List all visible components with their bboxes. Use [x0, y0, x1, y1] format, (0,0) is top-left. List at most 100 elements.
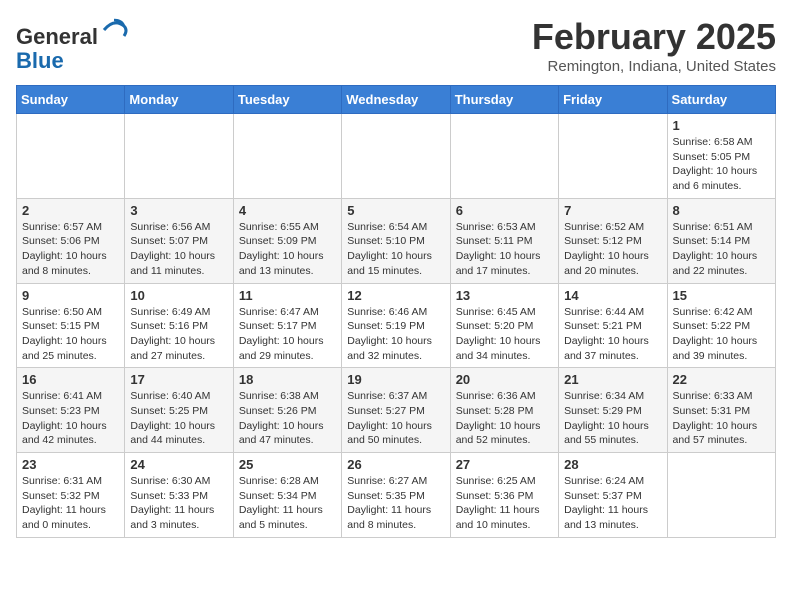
header-day-thursday: Thursday — [450, 86, 558, 114]
calendar-cell: 13 Sunrise: 6:45 AM Sunset: 5:20 PM Dayli… — [450, 283, 558, 368]
calendar-cell: 28 Sunrise: 6:24 AM Sunset: 5:37 PM Dayli… — [559, 453, 667, 538]
title-block: February 2025 Remington, Indiana, United… — [532, 16, 776, 75]
day-number: 16 — [22, 372, 119, 387]
day-number: 24 — [130, 457, 227, 472]
month-title: February 2025 — [532, 16, 776, 58]
calendar-cell: 24 Sunrise: 6:30 AM Sunset: 5:33 PM Dayli… — [125, 453, 233, 538]
day-number: 12 — [347, 288, 444, 303]
calendar-header: SundayMondayTuesdayWednesdayThursdayFrid… — [17, 86, 776, 114]
day-number: 3 — [130, 203, 227, 218]
calendar-cell — [233, 114, 341, 199]
day-number: 17 — [130, 372, 227, 387]
header-day-sunday: Sunday — [17, 86, 125, 114]
day-info: Sunrise: 6:44 AM Sunset: 5:21 PM Dayligh… — [564, 305, 661, 364]
day-info: Sunrise: 6:27 AM Sunset: 5:35 PM Dayligh… — [347, 474, 444, 533]
calendar-cell: 14 Sunrise: 6:44 AM Sunset: 5:21 PM Dayli… — [559, 283, 667, 368]
calendar-cell: 21 Sunrise: 6:34 AM Sunset: 5:29 PM Dayli… — [559, 368, 667, 453]
calendar-table: SundayMondayTuesdayWednesdayThursdayFrid… — [16, 85, 776, 538]
logo-icon — [100, 16, 128, 44]
calendar-cell: 6Sunrise: 6:53 AM Sunset: 5:11 PM Daylig… — [450, 198, 558, 283]
day-info: Sunrise: 6:31 AM Sunset: 5:32 PM Dayligh… — [22, 474, 119, 533]
calendar-cell: 22Sunrise: 6:33 AM Sunset: 5:31 PM Dayli… — [667, 368, 775, 453]
calendar-cell: 9 Sunrise: 6:50 AM Sunset: 5:15 PM Daylig… — [17, 283, 125, 368]
day-info: Sunrise: 6:34 AM Sunset: 5:29 PM Dayligh… — [564, 389, 661, 448]
day-info: Sunrise: 6:49 AM Sunset: 5:16 PM Dayligh… — [130, 305, 227, 364]
calendar-cell: 26Sunrise: 6:27 AM Sunset: 5:35 PM Dayli… — [342, 453, 450, 538]
header-day-friday: Friday — [559, 86, 667, 114]
calendar-cell — [17, 114, 125, 199]
calendar-week-row: 2Sunrise: 6:57 AM Sunset: 5:06 PM Daylig… — [17, 198, 776, 283]
day-number: 13 — [456, 288, 553, 303]
calendar-cell: 2Sunrise: 6:57 AM Sunset: 5:06 PM Daylig… — [17, 198, 125, 283]
day-number: 25 — [239, 457, 336, 472]
day-number: 21 — [564, 372, 661, 387]
calendar-week-row: 1 Sunrise: 6:58 AM Sunset: 5:05 PM Daylig… — [17, 114, 776, 199]
day-info: Sunrise: 6:28 AM Sunset: 5:34 PM Dayligh… — [239, 474, 336, 533]
day-number: 28 — [564, 457, 661, 472]
day-number: 10 — [130, 288, 227, 303]
header-day-wednesday: Wednesday — [342, 86, 450, 114]
header-row: SundayMondayTuesdayWednesdayThursdayFrid… — [17, 86, 776, 114]
calendar-week-row: 16 Sunrise: 6:41 AM Sunset: 5:23 PM Dayli… — [17, 368, 776, 453]
day-info: Sunrise: 6:47 AM Sunset: 5:17 PM Dayligh… — [239, 305, 336, 364]
calendar-cell: 16 Sunrise: 6:41 AM Sunset: 5:23 PM Dayli… — [17, 368, 125, 453]
day-info: Sunrise: 6:25 AM Sunset: 5:36 PM Dayligh… — [456, 474, 553, 533]
logo: General Blue — [16, 16, 128, 73]
day-number: 15 — [673, 288, 770, 303]
day-number: 2 — [22, 203, 119, 218]
day-info: Sunrise: 6:30 AM Sunset: 5:33 PM Dayligh… — [130, 474, 227, 533]
calendar-cell: 11Sunrise: 6:47 AM Sunset: 5:17 PM Dayli… — [233, 283, 341, 368]
day-info: Sunrise: 6:24 AM Sunset: 5:37 PM Dayligh… — [564, 474, 661, 533]
day-number: 23 — [22, 457, 119, 472]
calendar-cell: 15 Sunrise: 6:42 AM Sunset: 5:22 PM Dayli… — [667, 283, 775, 368]
location: Remington, Indiana, United States — [532, 58, 776, 75]
calendar-week-row: 9 Sunrise: 6:50 AM Sunset: 5:15 PM Daylig… — [17, 283, 776, 368]
calendar-cell: 5 Sunrise: 6:54 AM Sunset: 5:10 PM Daylig… — [342, 198, 450, 283]
calendar-cell: 4 Sunrise: 6:55 AM Sunset: 5:09 PM Daylig… — [233, 198, 341, 283]
calendar-cell: 7 Sunrise: 6:52 AM Sunset: 5:12 PM Daylig… — [559, 198, 667, 283]
day-info: Sunrise: 6:52 AM Sunset: 5:12 PM Dayligh… — [564, 220, 661, 279]
day-info: Sunrise: 6:50 AM Sunset: 5:15 PM Dayligh… — [22, 305, 119, 364]
day-number: 14 — [564, 288, 661, 303]
calendar-cell — [342, 114, 450, 199]
day-number: 6 — [456, 203, 553, 218]
header-day-saturday: Saturday — [667, 86, 775, 114]
day-number: 7 — [564, 203, 661, 218]
day-info: Sunrise: 6:40 AM Sunset: 5:25 PM Dayligh… — [130, 389, 227, 448]
calendar-cell — [559, 114, 667, 199]
day-number: 18 — [239, 372, 336, 387]
day-number: 27 — [456, 457, 553, 472]
day-number: 9 — [22, 288, 119, 303]
day-info: Sunrise: 6:42 AM Sunset: 5:22 PM Dayligh… — [673, 305, 770, 364]
calendar-cell: 8 Sunrise: 6:51 AM Sunset: 5:14 PM Daylig… — [667, 198, 775, 283]
header-day-tuesday: Tuesday — [233, 86, 341, 114]
calendar-week-row: 23 Sunrise: 6:31 AM Sunset: 5:32 PM Dayli… — [17, 453, 776, 538]
header-day-monday: Monday — [125, 86, 233, 114]
day-info: Sunrise: 6:51 AM Sunset: 5:14 PM Dayligh… — [673, 220, 770, 279]
day-number: 22 — [673, 372, 770, 387]
day-info: Sunrise: 6:58 AM Sunset: 5:05 PM Dayligh… — [673, 135, 770, 194]
logo-blue-text: Blue — [16, 48, 64, 73]
calendar-cell: 27 Sunrise: 6:25 AM Sunset: 5:36 PM Dayli… — [450, 453, 558, 538]
day-number: 4 — [239, 203, 336, 218]
calendar-cell: 19Sunrise: 6:37 AM Sunset: 5:27 PM Dayli… — [342, 368, 450, 453]
calendar-cell: 1 Sunrise: 6:58 AM Sunset: 5:05 PM Daylig… — [667, 114, 775, 199]
calendar-cell — [450, 114, 558, 199]
day-info: Sunrise: 6:41 AM Sunset: 5:23 PM Dayligh… — [22, 389, 119, 448]
day-number: 20 — [456, 372, 553, 387]
day-number: 8 — [673, 203, 770, 218]
day-info: Sunrise: 6:54 AM Sunset: 5:10 PM Dayligh… — [347, 220, 444, 279]
calendar-cell: 20Sunrise: 6:36 AM Sunset: 5:28 PM Dayli… — [450, 368, 558, 453]
day-number: 5 — [347, 203, 444, 218]
day-info: Sunrise: 6:45 AM Sunset: 5:20 PM Dayligh… — [456, 305, 553, 364]
page-header: General Blue February 2025 Remington, In… — [16, 16, 776, 75]
day-info: Sunrise: 6:56 AM Sunset: 5:07 PM Dayligh… — [130, 220, 227, 279]
day-info: Sunrise: 6:46 AM Sunset: 5:19 PM Dayligh… — [347, 305, 444, 364]
calendar-cell: 18Sunrise: 6:38 AM Sunset: 5:26 PM Dayli… — [233, 368, 341, 453]
logo-general-text: General — [16, 24, 98, 49]
calendar-cell: 17 Sunrise: 6:40 AM Sunset: 5:25 PM Dayli… — [125, 368, 233, 453]
day-number: 19 — [347, 372, 444, 387]
day-info: Sunrise: 6:55 AM Sunset: 5:09 PM Dayligh… — [239, 220, 336, 279]
calendar-cell — [125, 114, 233, 199]
day-number: 1 — [673, 118, 770, 133]
